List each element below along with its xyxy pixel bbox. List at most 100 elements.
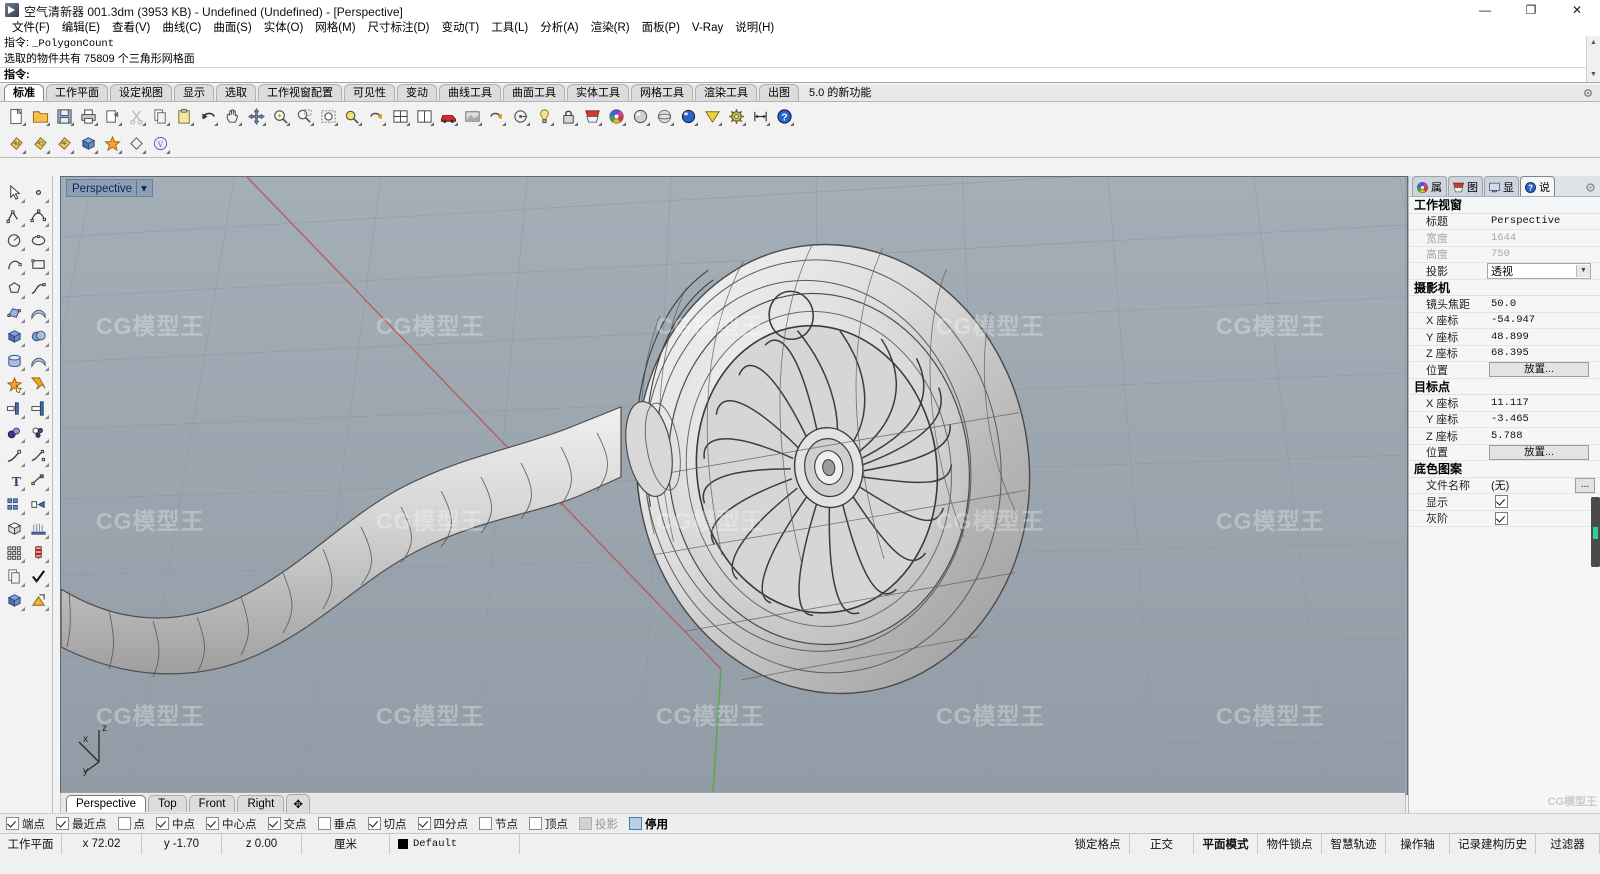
- tool-surface-control-point[interactable]: [2, 300, 26, 324]
- toolbar-button-tag-o[interactable]: O: [30, 134, 50, 154]
- toolbar-button-vray[interactable]: [702, 106, 722, 126]
- osnap-1[interactable]: 最近点: [56, 816, 107, 832]
- tool-render-tools[interactable]: [26, 588, 50, 612]
- properties-tab-1[interactable]: 图: [1448, 176, 1483, 196]
- toolbar-tab-3[interactable]: 显示: [174, 84, 214, 101]
- toolbar-button-save[interactable]: [54, 106, 74, 126]
- menu-item-14[interactable]: 说明(H): [729, 20, 780, 36]
- status-units[interactable]: 厘米: [302, 834, 390, 854]
- osnap-12[interactable]: 停用: [629, 816, 668, 832]
- toolbar-button-help[interactable]: ?: [774, 106, 794, 126]
- toolbar-tab-4[interactable]: 选取: [216, 84, 256, 101]
- toolbar-button-cut-scissors[interactable]: [126, 106, 146, 126]
- osnap-9[interactable]: 节点: [479, 816, 518, 832]
- scroll-down-icon[interactable]: ▼: [1587, 68, 1600, 80]
- toolbar-button-star-orange[interactable]: [102, 134, 122, 154]
- status-toggle-物件锁点[interactable]: 物件锁点: [1258, 834, 1322, 854]
- viewport-tab-0[interactable]: Perspective: [66, 794, 147, 812]
- osnap-6[interactable]: 垂点: [317, 816, 357, 832]
- property-checkbox-3-1[interactable]: [1495, 495, 1508, 509]
- toolbar-tab-7[interactable]: 变动: [397, 84, 437, 101]
- properties-tab-3[interactable]: ? 说: [1520, 176, 1555, 196]
- tool-control-point-curve[interactable]: [26, 204, 50, 228]
- tool-text[interactable]: T: [2, 468, 26, 492]
- osnap-checkbox-5[interactable]: [267, 817, 281, 830]
- menu-item-8[interactable]: 变动(T): [436, 20, 486, 36]
- property-checkbox-3-2[interactable]: [1495, 511, 1508, 525]
- properties-scrollbar[interactable]: [1591, 497, 1600, 567]
- osnap-11[interactable]: 投影: [579, 816, 618, 832]
- command-area[interactable]: 指令: _PolygonCount 选取的物件共有 75809 个三角形网格面 …: [0, 36, 1600, 83]
- tool-circle[interactable]: [2, 228, 26, 252]
- tool-surface-loft[interactable]: [26, 300, 50, 324]
- toolbar-button-named-cplane[interactable]: [510, 106, 530, 126]
- toolbar-button-move-arrows[interactable]: [246, 106, 266, 126]
- menu-item-11[interactable]: 渲染(R): [585, 20, 636, 36]
- toolbar-button-new-file[interactable]: [6, 106, 26, 126]
- osnap-checkbox-7[interactable]: [367, 817, 381, 830]
- viewport-dropdown-icon[interactable]: ▾: [136, 181, 147, 195]
- toolbar-tab-13[interactable]: 出图: [759, 84, 799, 101]
- tool-curve-blend[interactable]: [26, 276, 50, 300]
- command-input-line[interactable]: 指令:: [0, 67, 1600, 83]
- osnap-2[interactable]: 点: [117, 816, 145, 832]
- toolbar-button-undo[interactable]: [198, 106, 218, 126]
- properties-tab-0[interactable]: 属: [1412, 176, 1447, 196]
- status-toggle-平面模式[interactable]: 平面模式: [1194, 834, 1258, 854]
- osnap-checkbox-10[interactable]: [529, 817, 542, 830]
- property-browse-button-3-0[interactable]: ...: [1575, 477, 1595, 493]
- menu-item-3[interactable]: 曲线(C): [156, 20, 207, 36]
- status-toggle-操作轴[interactable]: 操作轴: [1386, 834, 1450, 854]
- tool-check[interactable]: [26, 564, 50, 588]
- tool-cube-explode[interactable]: [2, 588, 26, 612]
- maximize-button[interactable]: ❐: [1508, 0, 1554, 20]
- menu-item-6[interactable]: 网格(M): [309, 20, 361, 36]
- toolbar-button-viewport-4[interactable]: [390, 106, 410, 126]
- tool-boolean-union[interactable]: [2, 372, 26, 396]
- tool-rectangular-array[interactable]: [2, 540, 26, 564]
- osnap-checkbox-1[interactable]: [56, 817, 69, 830]
- toolbar-tab-12[interactable]: 渲染工具: [695, 84, 757, 101]
- tool-surface-patch[interactable]: [26, 348, 50, 372]
- toolbar-button-paste[interactable]: [174, 106, 194, 126]
- osnap-checkbox-2[interactable]: [117, 817, 131, 830]
- status-cplane[interactable]: 工作平面: [0, 834, 62, 854]
- toolbar-button-zoom-selected[interactable]: [342, 106, 362, 126]
- status-toggle-智慧轨迹[interactable]: 智慧轨迹: [1322, 834, 1386, 854]
- toolbar-button-lock[interactable]: [558, 106, 578, 126]
- menu-item-0[interactable]: 文件(F): [6, 20, 56, 36]
- osnap-checkbox-12[interactable]: [629, 817, 642, 830]
- menu-item-12[interactable]: 面板(P): [636, 20, 686, 36]
- menu-item-13[interactable]: V-Ray: [686, 20, 729, 36]
- toolbar-button-tag-m[interactable]: M: [6, 134, 26, 154]
- tool-trim[interactable]: [2, 396, 26, 420]
- viewport-tab-2[interactable]: Front: [188, 794, 236, 812]
- tool-fillet[interactable]: [2, 420, 26, 444]
- viewport-tab-4[interactable]: ✥: [286, 793, 310, 813]
- osnap-10[interactable]: 顶点: [529, 816, 568, 832]
- toolbar-button-tag-f[interactable]: F: [54, 134, 74, 154]
- tool-ellipse[interactable]: [26, 228, 50, 252]
- minimize-button[interactable]: —: [1462, 0, 1508, 20]
- toolbar-tab-9[interactable]: 曲面工具: [503, 84, 565, 101]
- toolbar-button-diamond[interactable]: [126, 134, 146, 154]
- menu-item-1[interactable]: 编辑(E): [56, 20, 106, 36]
- panel-options-gear-icon[interactable]: [1584, 181, 1597, 194]
- toolbar-button-layer-shield[interactable]: [582, 106, 602, 126]
- tool-boolean-split[interactable]: [26, 372, 50, 396]
- menu-item-4[interactable]: 曲面(S): [207, 20, 257, 36]
- menu-item-2[interactable]: 查看(V): [106, 20, 156, 36]
- menu-item-7[interactable]: 尺寸标注(D): [362, 20, 436, 36]
- status-toggle-记录建构历史[interactable]: 记录建构历史: [1450, 834, 1536, 854]
- tool-extend-curve[interactable]: [26, 444, 50, 468]
- tool-copy-object[interactable]: [2, 564, 26, 588]
- toolbar-button-ghosted-sphere[interactable]: [654, 106, 674, 126]
- tool-curve-from-object[interactable]: [2, 444, 26, 468]
- property-combo-0-3[interactable]: 透视 ▼: [1487, 262, 1591, 279]
- osnap-0[interactable]: 端点: [6, 816, 45, 832]
- toolbar-button-export[interactable]: [102, 106, 122, 126]
- toolbar-button-zoom-extents[interactable]: [318, 106, 338, 126]
- toolbar-button-rotate-view[interactable]: [486, 106, 506, 126]
- osnap-checkbox-3[interactable]: [156, 817, 169, 830]
- menu-item-5[interactable]: 实体(O): [258, 20, 310, 36]
